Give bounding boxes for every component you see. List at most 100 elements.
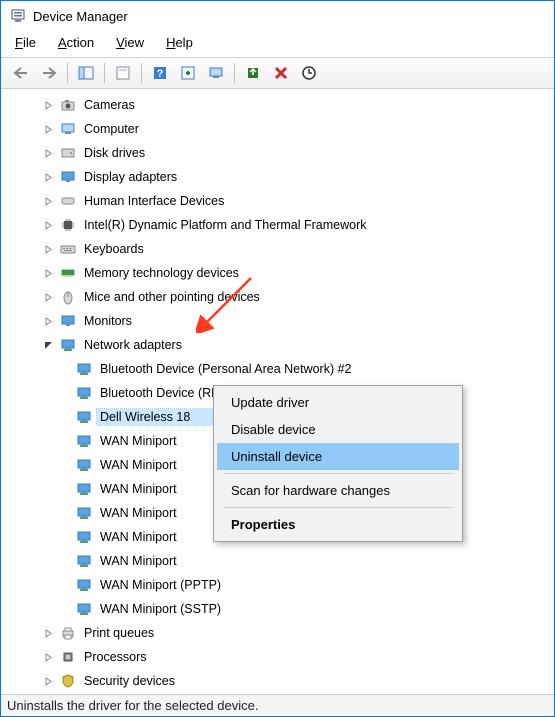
menubar: File Action View Help: [1, 31, 554, 57]
context-menu-item[interactable]: Update driver: [217, 389, 459, 416]
chevron-right-icon[interactable]: [41, 650, 55, 664]
action-button[interactable]: [176, 61, 200, 85]
tree-item[interactable]: Keyboards: [5, 237, 554, 261]
toolbar-separator: [67, 63, 68, 83]
nic-icon: [75, 480, 93, 498]
svg-text:?: ?: [157, 68, 164, 80]
tree-child-item[interactable]: Bluetooth Device (Personal Area Network)…: [5, 357, 554, 381]
tree-item[interactable]: Cameras: [5, 93, 554, 117]
tree-child-label: WAN Miniport: [97, 553, 180, 569]
menu-action[interactable]: Action: [48, 33, 104, 53]
show-hide-tree-button[interactable]: [74, 61, 98, 85]
menu-file[interactable]: File: [5, 33, 46, 53]
properties-button[interactable]: [111, 61, 135, 85]
tree-item[interactable]: Intel(R) Dynamic Platform and Thermal Fr…: [5, 213, 554, 237]
context-menu-item[interactable]: Disable device: [217, 416, 459, 443]
tree-item-label: Network adapters: [81, 337, 185, 353]
tree-child-label: Bluetooth Device (Personal Area Network)…: [97, 361, 355, 377]
computer-icon: [59, 120, 77, 138]
display-icon: [59, 168, 77, 186]
nic-icon: [75, 576, 93, 594]
security-icon: [59, 672, 77, 690]
tree-item[interactable]: Processors: [5, 645, 554, 669]
tree-item[interactable]: Network adapters: [5, 333, 554, 357]
tree-item[interactable]: Software devices: [5, 693, 554, 694]
nic-icon: [75, 384, 93, 402]
tree-item[interactable]: Disk drives: [5, 141, 554, 165]
tree-item-label: Memory technology devices: [81, 265, 242, 281]
tree-child-item[interactable]: WAN Miniport (PPTP): [5, 573, 554, 597]
printer-icon: [59, 624, 77, 642]
statusbar: Uninstalls the driver for the selected d…: [1, 694, 554, 716]
chevron-right-icon[interactable]: [41, 242, 55, 256]
menu-view[interactable]: View: [106, 33, 154, 53]
tree-child-label: WAN Miniport: [97, 457, 180, 473]
tree-item-label: Print queues: [81, 625, 157, 641]
tree-item[interactable]: Memory technology devices: [5, 261, 554, 285]
chevron-right-icon[interactable]: [41, 146, 55, 160]
nic-icon: [75, 600, 93, 618]
nic-icon: [75, 504, 93, 522]
cpu-icon: [59, 648, 77, 666]
tree-item[interactable]: Computer: [5, 117, 554, 141]
tree-child-label: WAN Miniport: [97, 481, 180, 497]
tree-item-label: Monitors: [81, 313, 135, 329]
chevron-down-icon[interactable]: [41, 338, 55, 352]
context-menu-separator: [223, 473, 453, 474]
chevron-right-icon[interactable]: [41, 122, 55, 136]
chevron-right-icon[interactable]: [41, 314, 55, 328]
context-menu-item[interactable]: Properties: [217, 511, 459, 538]
toolbar: ?: [1, 57, 554, 89]
memory-icon: [59, 264, 77, 282]
chevron-right-icon[interactable]: [41, 626, 55, 640]
scan-hardware-button[interactable]: [297, 61, 321, 85]
context-menu-item[interactable]: Scan for hardware changes: [217, 477, 459, 504]
chevron-right-icon[interactable]: [41, 98, 55, 112]
tree-child-label: WAN Miniport: [97, 529, 180, 545]
forward-button[interactable]: [37, 61, 61, 85]
statusbar-text: Uninstalls the driver for the selected d…: [7, 698, 258, 713]
tree-item-label: Security devices: [81, 673, 178, 689]
context-menu-item[interactable]: Uninstall device: [217, 443, 459, 470]
tree-item-label: Human Interface Devices: [81, 193, 227, 209]
menu-help[interactable]: Help: [156, 33, 203, 53]
keyboard-icon: [59, 240, 77, 258]
uninstall-device-button[interactable]: [269, 61, 293, 85]
tree-item[interactable]: Security devices: [5, 669, 554, 693]
chevron-right-icon[interactable]: [41, 674, 55, 688]
device-tree[interactable]: Cameras ComputerDisk drives Display adapte…: [1, 89, 554, 694]
tree-item-label: Processors: [81, 649, 150, 665]
help-button[interactable]: ?: [148, 61, 172, 85]
tree-child-label: WAN Miniport: [97, 433, 180, 449]
tree-item-label: Intel(R) Dynamic Platform and Thermal Fr…: [81, 217, 369, 233]
toolbar-separator: [141, 63, 142, 83]
tree-item[interactable]: Print queues: [5, 621, 554, 645]
tree-item[interactable]: Human Interface Devices: [5, 189, 554, 213]
chevron-right-icon[interactable]: [41, 218, 55, 232]
toolbar-separator: [104, 63, 105, 83]
chevron-right-icon[interactable]: [41, 170, 55, 184]
chip-icon: [59, 216, 77, 234]
tree-item-label: Mice and other pointing devices: [81, 289, 263, 305]
view-devices-button[interactable]: [204, 61, 228, 85]
nic-icon: [75, 432, 93, 450]
chevron-right-icon[interactable]: [41, 194, 55, 208]
tree-child-item[interactable]: WAN Miniport (SSTP): [5, 597, 554, 621]
tree-child-item[interactable]: WAN Miniport: [5, 549, 554, 573]
titlebar: Device Manager: [1, 1, 554, 31]
toolbar-separator: [234, 63, 235, 83]
chevron-right-icon[interactable]: [41, 290, 55, 304]
disk-icon: [59, 144, 77, 162]
chevron-right-icon[interactable]: [41, 266, 55, 280]
tree-item[interactable]: Display adapters: [5, 165, 554, 189]
back-button[interactable]: [9, 61, 33, 85]
tree-item-label: Display adapters: [81, 169, 180, 185]
tree-item[interactable]: Mice and other pointing devices: [5, 285, 554, 309]
context-menu-separator: [223, 507, 453, 508]
tree-child-label: WAN Miniport (SSTP): [97, 601, 224, 617]
update-driver-button[interactable]: [241, 61, 265, 85]
tree-item-label: Cameras: [81, 97, 138, 113]
tree-item[interactable]: Monitors: [5, 309, 554, 333]
tree-child-label: WAN Miniport (PPTP): [97, 577, 224, 593]
tree-item-label: Software devices: [81, 693, 182, 694]
